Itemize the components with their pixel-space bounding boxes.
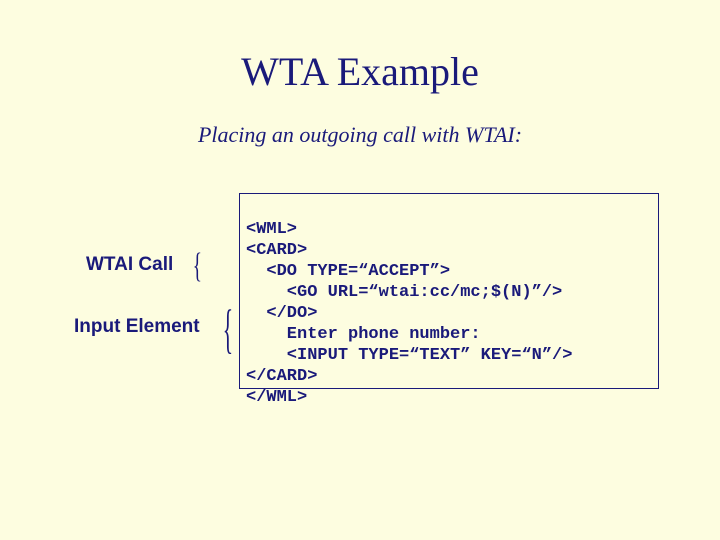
code-line: <WML> bbox=[246, 220, 297, 239]
brace-icon: { bbox=[223, 298, 233, 360]
code-line: </WML> bbox=[246, 388, 307, 407]
slide-title: WTA Example bbox=[0, 48, 720, 95]
code-line: </CARD> bbox=[246, 367, 317, 386]
code-block: <WML> <CARD> <DO TYPE=“ACCEPT”> <GO URL=… bbox=[246, 198, 652, 408]
code-line: </DO> bbox=[246, 304, 317, 323]
code-line: <GO URL=“wtai:cc/mc;$(N)”/> bbox=[246, 283, 562, 302]
label-input-element: Input Element bbox=[74, 316, 200, 338]
code-box: <WML> <CARD> <DO TYPE=“ACCEPT”> <GO URL=… bbox=[239, 193, 659, 389]
brace-icon: { bbox=[193, 246, 202, 286]
slide-subtitle: Placing an outgoing call with WTAI: bbox=[0, 122, 720, 148]
code-line: <DO TYPE=“ACCEPT”> bbox=[246, 262, 450, 281]
code-line: Enter phone number: bbox=[246, 325, 481, 344]
label-wtai-call: WTAI Call bbox=[86, 254, 173, 276]
code-line: <CARD> bbox=[246, 241, 307, 260]
code-line: <INPUT TYPE=“TEXT” KEY=“N”/> bbox=[246, 346, 572, 365]
